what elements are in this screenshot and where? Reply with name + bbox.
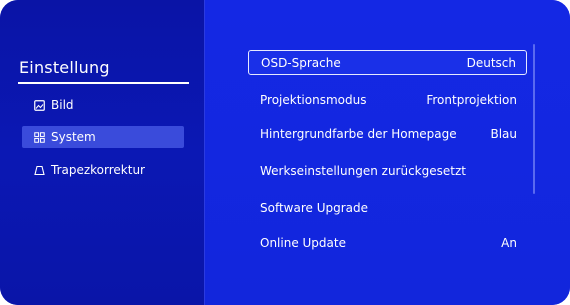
sidebar-item-label: Trapezkorrektur xyxy=(51,163,145,177)
setting-online-update[interactable]: Online Update An xyxy=(248,230,527,255)
trapezoid-icon xyxy=(34,165,45,176)
settings-window: Einstellung Bild System Trapezkorrektur … xyxy=(0,0,570,305)
setting-value: Frontprojektion xyxy=(426,92,517,107)
setting-label: Online Update xyxy=(260,235,346,250)
setting-value: Blau xyxy=(490,126,517,141)
setting-label: Projektionsmodus xyxy=(260,92,367,107)
sidebar-item-trapezkorrektur[interactable]: Trapezkorrektur xyxy=(22,159,184,181)
setting-projection-mode[interactable]: Projektionsmodus Frontprojektion xyxy=(248,87,527,112)
sidebar-title: Einstellung xyxy=(19,58,110,77)
setting-factory-reset[interactable]: Werkseinstellungen zurückgesetzt xyxy=(248,158,527,183)
sidebar-item-bild[interactable]: Bild xyxy=(22,94,184,116)
setting-osd-language[interactable]: OSD-Sprache Deutsch xyxy=(248,50,527,75)
sidebar-item-system[interactable]: System xyxy=(22,126,184,148)
setting-label: OSD-Sprache xyxy=(261,55,341,70)
sidebar-divider xyxy=(18,82,189,84)
grid-icon xyxy=(34,131,45,143)
setting-value: An xyxy=(501,235,517,250)
setting-label: Hintergrundfarbe der Homepage xyxy=(260,126,457,141)
setting-label: Werkseinstellungen zurückgesetzt xyxy=(260,163,466,178)
sidebar-item-label: Bild xyxy=(51,98,74,112)
scrollbar[interactable] xyxy=(533,44,535,194)
setting-home-background-color[interactable]: Hintergrundfarbe der Homepage Blau xyxy=(248,121,527,146)
setting-software-upgrade[interactable]: Software Upgrade xyxy=(248,195,527,220)
image-icon xyxy=(34,99,45,111)
sidebar-item-label: System xyxy=(51,130,96,144)
settings-panel xyxy=(205,0,570,305)
setting-value: Deutsch xyxy=(466,55,516,70)
setting-label: Software Upgrade xyxy=(260,200,369,215)
sidebar: Einstellung Bild System Trapezkorrektur xyxy=(0,0,204,305)
